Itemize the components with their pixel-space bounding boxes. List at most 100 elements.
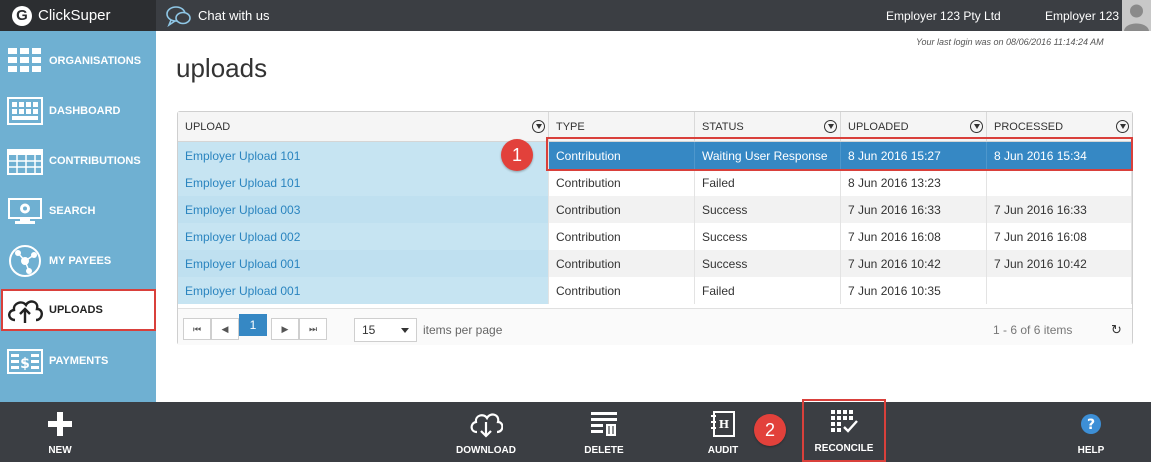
cell-uploaded: 7 Jun 2016 10:35	[841, 277, 987, 304]
plus-icon	[47, 409, 73, 439]
reconcile-button[interactable]: RECONCILE	[802, 399, 886, 462]
column-header-type[interactable]: TYPE	[549, 112, 695, 141]
cell-processed: 8 Jun 2016 15:34	[987, 142, 1132, 169]
cell-status: Failed	[695, 277, 841, 304]
next-page-button[interactable]: ▶	[271, 318, 299, 340]
filter-icon[interactable]	[824, 120, 837, 133]
cell-type: Contribution	[549, 223, 695, 250]
column-header-label: TYPE	[556, 120, 585, 133]
cell-uploaded: 8 Jun 2016 15:27	[841, 142, 987, 169]
action-label: NEW	[48, 445, 72, 456]
sidebar-item-label: UPLOADS	[49, 304, 103, 316]
company-name[interactable]: Employer 123 Pty Ltd	[886, 9, 1001, 23]
audit-book-icon: H	[710, 409, 736, 439]
grid-header: UPLOAD TYPE STATUS UPLOADED PROCESSED	[178, 112, 1132, 142]
cell-processed	[987, 169, 1132, 196]
filter-icon[interactable]	[970, 120, 983, 133]
sidebar-item-label: SEARCH	[49, 205, 96, 217]
sidebar-item-search[interactable]: SEARCH	[0, 186, 156, 236]
cell-processed: 7 Jun 2016 16:08	[987, 223, 1132, 250]
cell-uploaded: 8 Jun 2016 13:23	[841, 169, 987, 196]
download-button[interactable]: DOWNLOAD	[448, 402, 524, 462]
column-header-label: PROCESSED	[994, 120, 1064, 133]
delete-button[interactable]: DELETE	[579, 402, 629, 462]
table-row[interactable]: Employer Upload 101 Contribution Waiting…	[178, 142, 1132, 169]
payees-icon	[6, 244, 44, 278]
column-header-label: UPLOADED	[848, 120, 909, 133]
sidebar-item-payments[interactable]: $ PAYMENTS	[0, 336, 156, 386]
audit-button[interactable]: H AUDIT	[700, 402, 746, 462]
column-header-uploaded[interactable]: UPLOADED	[841, 112, 987, 141]
dashboard-icon	[6, 94, 44, 128]
sidebar-item-label: CONTRIBUTIONS	[49, 155, 141, 167]
sidebar-item-contributions[interactable]: CONTRIBUTIONS	[0, 136, 156, 186]
table-row[interactable]: Employer Upload 002 Contribution Success…	[178, 223, 1132, 250]
user-name[interactable]: Employer 123	[1045, 9, 1119, 23]
sidebar-item-label: ORGANISATIONS	[49, 55, 142, 67]
sidebar-item-organisations[interactable]: ORGANISATIONS	[0, 36, 156, 86]
last-page-button[interactable]: ⏭	[299, 318, 327, 340]
filter-icon[interactable]	[532, 120, 545, 133]
column-header-label: STATUS	[702, 120, 744, 133]
chevron-down-icon	[401, 328, 409, 333]
table-row[interactable]: Employer Upload 001 Contribution Failed …	[178, 277, 1132, 304]
first-page-button[interactable]: ⏮	[183, 318, 211, 340]
items-per-page-label: items per page	[423, 323, 503, 337]
page-size-select[interactable]: 15	[354, 318, 417, 342]
app-window: G ClickSuper Chat with us Employer 123 P…	[0, 0, 1151, 462]
cell-upload[interactable]: Employer Upload 101	[178, 142, 549, 169]
action-label: DELETE	[584, 445, 624, 456]
step-1-badge: 1	[501, 139, 533, 171]
cell-upload[interactable]: Employer Upload 001	[178, 277, 549, 304]
sidebar-item-label: PAYMENTS	[49, 355, 109, 367]
organisations-icon	[6, 44, 44, 78]
cell-uploaded: 7 Jun 2016 16:08	[841, 223, 987, 250]
cell-upload[interactable]: Employer Upload 003	[178, 196, 549, 223]
cell-processed	[987, 277, 1132, 304]
column-header-upload[interactable]: UPLOAD	[178, 112, 549, 141]
last-login-text: Your last login was on 08/06/2016 11:14:…	[916, 37, 1104, 47]
column-header-status[interactable]: STATUS	[695, 112, 841, 141]
sidebar-item-my-payees[interactable]: MY PAYEES	[0, 236, 156, 286]
filter-icon[interactable]	[1116, 120, 1129, 133]
table-row[interactable]: Employer Upload 001 Contribution Success…	[178, 250, 1132, 277]
sidebar-item-label: DASHBOARD	[49, 105, 121, 117]
brand-name: ClickSuper	[38, 7, 111, 24]
delete-list-icon	[589, 409, 619, 439]
column-header-label: UPLOAD	[185, 120, 231, 133]
item-count: 1 - 6 of 6 items	[993, 323, 1073, 337]
search-icon	[6, 194, 44, 228]
sidebar-item-label: MY PAYEES	[49, 255, 112, 267]
contributions-icon	[6, 144, 44, 178]
column-header-processed[interactable]: PROCESSED	[987, 112, 1132, 141]
cell-type: Contribution	[549, 142, 695, 169]
step-2-badge: 2	[754, 414, 786, 446]
brand[interactable]: G ClickSuper	[0, 0, 156, 31]
page-size-value: 15	[362, 323, 376, 337]
sidebar-item-dashboard[interactable]: DASHBOARD	[0, 86, 156, 136]
new-button[interactable]: NEW	[40, 402, 80, 462]
svg-text:$: $	[20, 356, 30, 372]
table-row[interactable]: Employer Upload 003 Contribution Success…	[178, 196, 1132, 223]
svg-text:?: ?	[1087, 417, 1095, 433]
cell-upload[interactable]: Employer Upload 101	[178, 169, 549, 196]
cell-upload[interactable]: Employer Upload 001	[178, 250, 549, 277]
help-button[interactable]: ? HELP	[1070, 402, 1112, 462]
page-1-button[interactable]: 1	[239, 314, 267, 336]
cell-uploaded: 7 Jun 2016 10:42	[841, 250, 987, 277]
prev-page-button[interactable]: ◀	[211, 318, 239, 340]
cell-type: Contribution	[549, 277, 695, 304]
refresh-icon[interactable]: ↻	[1111, 322, 1122, 338]
cell-upload[interactable]: Employer Upload 002	[178, 223, 549, 250]
upload-cloud-icon	[6, 293, 44, 327]
page-title: uploads	[176, 53, 268, 83]
table-row[interactable]: Employer Upload 101 Contribution Failed …	[178, 169, 1132, 196]
svg-text:H: H	[719, 418, 729, 431]
avatar[interactable]	[1122, 0, 1151, 31]
cell-processed: 7 Jun 2016 16:33	[987, 196, 1132, 223]
chat-with-us-button[interactable]: Chat with us	[166, 0, 270, 31]
sidebar-item-uploads[interactable]: UPLOADS	[1, 289, 156, 331]
cell-status: Success	[695, 196, 841, 223]
cell-type: Contribution	[549, 250, 695, 277]
top-bar: G ClickSuper Chat with us Employer 123 P…	[0, 0, 1151, 31]
